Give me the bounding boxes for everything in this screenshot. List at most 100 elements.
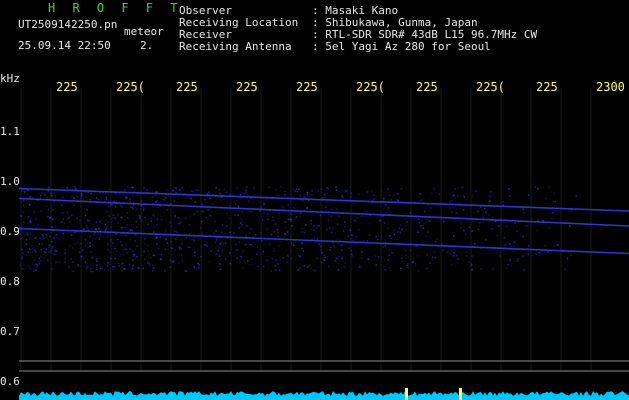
noise-speck [471, 255, 474, 257]
noise-speck [220, 199, 222, 202]
noise-speck [49, 216, 51, 219]
noise-speck [204, 244, 206, 246]
noise-speck [293, 244, 295, 246]
noise-speck [167, 245, 169, 247]
noise-speck [401, 260, 403, 263]
noise-speck [88, 220, 91, 222]
noise-speck [350, 249, 352, 252]
noise-speck [108, 263, 111, 265]
noise-speck [25, 238, 28, 241]
noise-speck [378, 219, 381, 222]
noise-speck [229, 262, 232, 265]
noise-speck [54, 195, 57, 197]
noise-speck [24, 191, 26, 193]
noise-speck [380, 235, 383, 238]
noise-speck [126, 224, 128, 226]
noise-speck [112, 242, 114, 244]
noise-speck [48, 187, 50, 189]
noise-speck [456, 254, 458, 257]
noise-speck [285, 234, 288, 236]
noise-speck [221, 249, 224, 252]
noise-speck [288, 233, 290, 235]
noise-speck [347, 235, 350, 237]
noise-speck [33, 259, 36, 261]
noise-speck [84, 261, 87, 264]
noise-speck [148, 262, 151, 264]
noise-speck [131, 194, 134, 197]
noise-speck [147, 244, 149, 247]
noise-speck [241, 267, 244, 269]
noise-speck [462, 209, 465, 211]
noise-speck [108, 188, 111, 190]
noise-speck [55, 233, 57, 236]
noise-speck [326, 228, 328, 231]
noise-speck [272, 247, 275, 249]
noise-speck [86, 219, 89, 221]
noise-speck [400, 257, 403, 259]
noise-speck [156, 243, 158, 245]
noise-speck [449, 201, 451, 203]
noise-speck [417, 254, 419, 257]
noise-speck [96, 264, 98, 266]
noise-speck [321, 251, 323, 254]
noise-speck [68, 221, 71, 223]
noise-speck [98, 238, 101, 240]
noise-speck [215, 187, 217, 189]
noise-speck [124, 226, 126, 229]
noise-speck [452, 236, 455, 238]
noise-speck [380, 189, 383, 192]
noise-speck [336, 208, 338, 210]
noise-speck [460, 226, 462, 229]
noise-speck [221, 231, 223, 234]
noise-speck [40, 259, 42, 262]
noise-speck [97, 199, 100, 201]
noise-speck [323, 254, 325, 257]
noise-speck [54, 249, 57, 251]
noise-speck [311, 190, 313, 192]
noise-speck [278, 269, 281, 272]
noise-speck [168, 252, 170, 255]
noise-speck [303, 265, 306, 267]
noise-speck [307, 191, 309, 194]
noise-speck [180, 247, 183, 250]
noise-speck [39, 194, 42, 197]
noise-speck [83, 222, 86, 224]
noise-speck [95, 221, 98, 223]
noise-speck [35, 263, 38, 266]
noise-speck [331, 228, 334, 230]
noise-speck [236, 187, 238, 189]
y-tick-label: 1.0 [0, 175, 20, 188]
noise-speck [239, 261, 241, 264]
noise-speck [384, 244, 387, 247]
noise-speck [133, 205, 135, 207]
noise-speck [261, 218, 264, 221]
noise-speck [373, 198, 375, 200]
noise-speck [326, 201, 328, 203]
noise-speck [143, 209, 145, 211]
noise-speck [47, 208, 50, 211]
noise-speck [383, 222, 386, 224]
noise-speck [451, 199, 453, 202]
noise-speck [225, 212, 228, 215]
noise-speck [84, 214, 87, 217]
noise-speck [131, 229, 133, 232]
noise-speck [319, 214, 321, 217]
noise-speck [194, 201, 197, 203]
noise-speck [268, 243, 271, 245]
noise-speck [62, 217, 64, 220]
amplitude-baseline [19, 391, 629, 400]
noise-speck [66, 212, 69, 214]
noise-speck [463, 229, 465, 232]
noise-speck [133, 255, 135, 257]
noise-speck [361, 257, 363, 259]
noise-speck [492, 216, 494, 218]
noise-speck [299, 194, 302, 197]
noise-speck [431, 256, 434, 259]
noise-speck [50, 192, 53, 195]
noise-speck [564, 268, 566, 271]
x-tick-label: 225( [476, 80, 505, 94]
noise-speck [223, 188, 225, 191]
noise-speck [285, 226, 287, 228]
mode-indicator: 2. [140, 39, 154, 52]
noise-speck [406, 264, 409, 267]
